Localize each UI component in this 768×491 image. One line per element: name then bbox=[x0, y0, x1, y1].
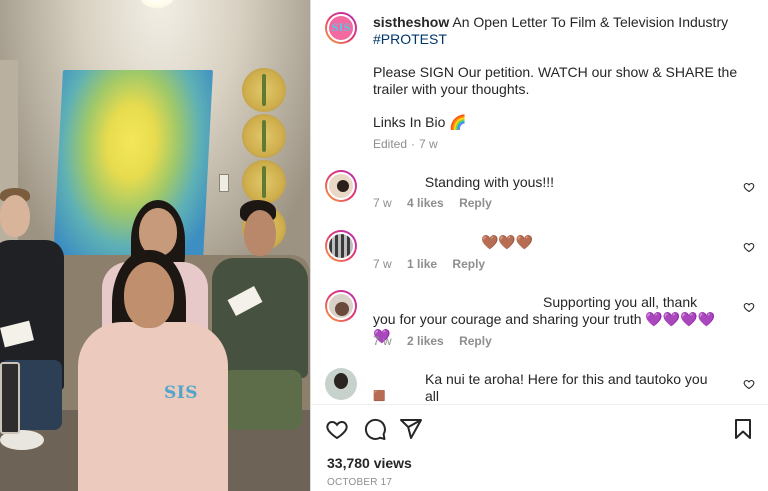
comment-row bbox=[325, 230, 357, 262]
sis-logo: SIS bbox=[331, 22, 351, 34]
hoodie-logo: SIS bbox=[164, 383, 199, 403]
phone bbox=[0, 362, 20, 434]
comment-age: 7 w bbox=[373, 334, 392, 348]
comment-like-heart-icon[interactable] bbox=[743, 377, 755, 390]
comments-scroll-area[interactable]: SIS sistheshow An Open Letter To Film & … bbox=[311, 0, 768, 404]
caption-text: sistheshow An Open Letter To Film & Tele… bbox=[373, 14, 753, 131]
wall-plate bbox=[242, 68, 286, 112]
heart-icon[interactable] bbox=[325, 417, 349, 441]
caption-line-1: An Open Letter To Film & Television Indu… bbox=[452, 14, 729, 30]
comment-row bbox=[325, 368, 357, 400]
reply-button[interactable]: Reply bbox=[459, 196, 492, 210]
comment-meta: 7 w 2 likes Reply bbox=[373, 334, 492, 348]
avatar-commenter-1[interactable] bbox=[325, 170, 357, 202]
caption-age: 7 w bbox=[419, 137, 438, 151]
comment-emoji: 🟫 bbox=[373, 391, 386, 402]
comment-age: 7 w bbox=[373, 196, 392, 210]
post-panel: SIS sistheshow An Open Letter To Film & … bbox=[310, 0, 768, 491]
comment-like-heart-icon[interactable] bbox=[743, 240, 755, 253]
comment-age: 7 w bbox=[373, 257, 392, 271]
post-author-username[interactable]: sistheshow bbox=[373, 14, 449, 30]
edited-label: Edited bbox=[373, 137, 408, 151]
wall-plate bbox=[242, 160, 286, 204]
comment-text: 🤎🤎🤎 bbox=[373, 234, 723, 251]
reply-button[interactable]: Reply bbox=[452, 257, 485, 271]
reply-button[interactable]: Reply bbox=[459, 334, 492, 348]
comment-row bbox=[325, 290, 357, 322]
comment-like-heart-icon[interactable] bbox=[743, 300, 755, 313]
comment-likes-link[interactable]: 4 likes bbox=[407, 196, 444, 210]
post-video[interactable]: SIS bbox=[0, 0, 310, 491]
comment-meta: 7 w 4 likes Reply bbox=[373, 196, 492, 210]
post-action-bar: 33,780 views OCTOBER 17 bbox=[311, 404, 768, 491]
comment-like-heart-icon[interactable] bbox=[743, 180, 755, 193]
avatar-commenter-2[interactable] bbox=[325, 230, 357, 262]
comment-icon[interactable] bbox=[363, 417, 387, 441]
comment-body: Standing with yous!!! bbox=[424, 174, 555, 190]
comment-meta: 7 w 1 like Reply bbox=[373, 257, 485, 271]
send-icon[interactable] bbox=[399, 417, 423, 441]
light-switch bbox=[219, 174, 229, 192]
post-author-avatar[interactable]: SIS bbox=[325, 12, 357, 44]
avatar-commenter-3[interactable] bbox=[325, 290, 357, 322]
comment-likes-link[interactable]: 2 likes bbox=[407, 334, 444, 348]
caption-paragraph-3: Links In Bio 🌈 bbox=[373, 114, 467, 130]
comment-text: Standing with yous!!! bbox=[373, 174, 723, 191]
caption-paragraph-2: Please SIGN Our petition. WATCH our show… bbox=[373, 64, 738, 97]
wall-plate bbox=[242, 114, 286, 158]
hashtag-link[interactable]: #PROTEST bbox=[373, 31, 753, 48]
avatar-commenter-4[interactable] bbox=[325, 368, 357, 400]
comment-likes-link[interactable]: 1 like bbox=[407, 257, 437, 271]
commenter-username-redacted[interactable] bbox=[373, 177, 421, 187]
bookmark-icon[interactable] bbox=[731, 417, 755, 441]
caption-meta: Edited · 7 w bbox=[373, 137, 438, 151]
view-count[interactable]: 33,780 views bbox=[327, 455, 412, 471]
caption-row: SIS bbox=[325, 12, 357, 44]
comment-body: 🤎🤎🤎 bbox=[481, 234, 534, 250]
comment-text-overflow: 🟫 bbox=[373, 388, 723, 404]
post-date[interactable]: OCTOBER 17 bbox=[327, 477, 392, 488]
comment-row bbox=[325, 170, 357, 202]
